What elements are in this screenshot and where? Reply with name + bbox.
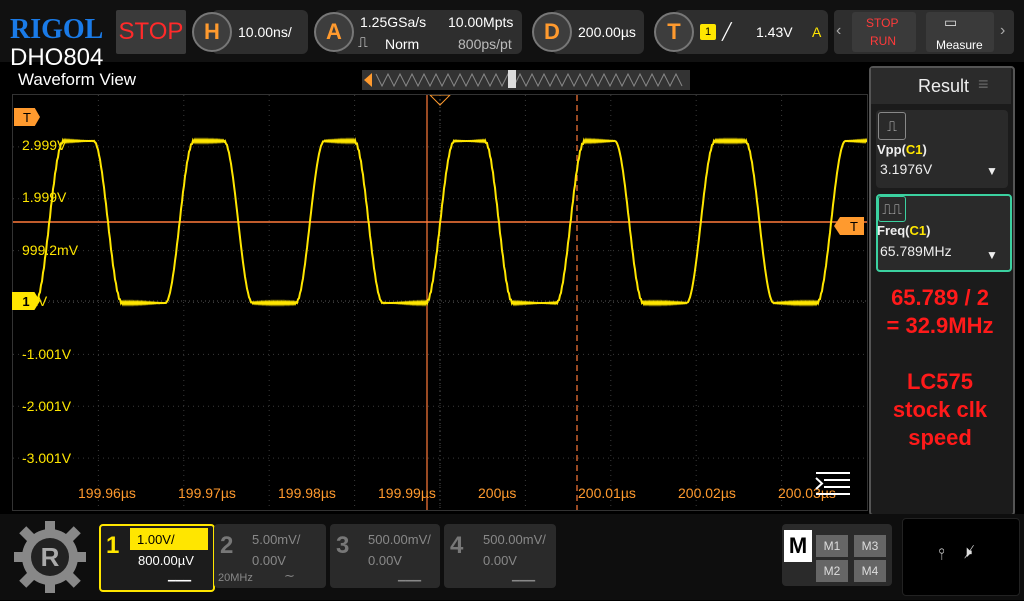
annotation-clock: LC575 stock clk speed	[892, 369, 988, 450]
freq-value: 65.789MHz	[880, 243, 952, 259]
channel-2-number: 2	[220, 532, 234, 559]
menu-icon[interactable]	[814, 470, 852, 498]
channel-1-number: 1	[106, 532, 120, 559]
freq-dropdown-icon[interactable]: ▼	[986, 248, 998, 262]
trigger-level-marker[interactable]: T	[834, 217, 864, 235]
run-label: RUN	[870, 34, 896, 48]
x-axis-label: 199.99µs	[378, 485, 436, 501]
result-menu-icon[interactable]: ≡	[978, 74, 989, 95]
channel-2-scale: 5.00mV/	[252, 532, 301, 547]
waveform-grid[interactable]	[12, 94, 868, 511]
horizontal-scale: 10.00ns/	[238, 24, 292, 40]
model-label: DHO804	[10, 44, 104, 71]
trigger-channel-badge: 1	[700, 24, 716, 40]
vpp-dropdown-icon[interactable]: ▼	[986, 164, 998, 178]
channel-4-number: 4	[450, 532, 464, 559]
channel-3-offset: 0.00V	[368, 553, 402, 568]
svg-text:R: R	[41, 542, 60, 572]
y-axis-label: -3.001V	[22, 450, 72, 466]
channel-3-coupling-icon: ▁▁▁	[398, 571, 422, 582]
y-axis-label: 1.999V	[22, 189, 67, 205]
trigger-level: 1.43V	[756, 24, 793, 40]
chevron-left-icon[interactable]: ‹	[836, 22, 841, 40]
math-label: M	[784, 530, 812, 562]
acquire-depth: 10.00Mpts	[448, 14, 514, 30]
x-axis-label: 200.02µs	[678, 485, 736, 501]
y-axis-label: 2.999V	[22, 137, 67, 153]
waveform-title: Waveform View	[18, 70, 137, 89]
chevron-right-icon[interactable]: ›	[1000, 22, 1005, 40]
delay-icon[interactable]: D	[532, 12, 572, 52]
channel-2-offset: 0.00V	[252, 553, 286, 568]
system-tray	[902, 518, 1020, 596]
trigger-mode: A	[812, 24, 822, 40]
channel-4-scale: 500.00mV/	[483, 532, 546, 547]
acquire-mode: Norm	[385, 36, 420, 52]
math-m1-button[interactable]: M1	[816, 535, 848, 557]
measure-label: Measure	[936, 38, 983, 52]
pulse-icon: ⎍	[358, 34, 368, 50]
trigger-position-marker[interactable]: T	[14, 108, 40, 126]
y-axis-label: -2.001V	[22, 398, 72, 414]
channel-1-offset: 800.00µV	[138, 553, 194, 568]
channel-4-offset: 0.00V	[483, 553, 517, 568]
channel-1-coupling-icon: ▁▁▁	[168, 571, 192, 582]
math-m4-button[interactable]: M4	[854, 560, 886, 582]
x-axis-label: 200.01µs	[578, 485, 636, 501]
vpp-icon: ⎍	[878, 112, 906, 140]
acquire-pts: 800ps/pt	[458, 36, 512, 52]
vpp-value: 3.1976V	[880, 161, 933, 177]
trigger-pill[interactable]	[674, 10, 828, 54]
horizontal-icon[interactable]: H	[192, 12, 232, 52]
channel-2-ac-icon: ∼	[284, 568, 295, 583]
brand-logo: RIGOL	[10, 14, 104, 45]
speaker-mute-icon[interactable]: 🕨̸	[962, 544, 972, 562]
channel-3-scale: 500.00mV/	[368, 532, 431, 547]
ruler-icon: ▭	[944, 14, 958, 30]
waveform-navigator[interactable]	[362, 70, 690, 90]
acquire-icon[interactable]: A	[314, 12, 354, 52]
run-state-button[interactable]: STOP	[116, 10, 186, 54]
freq-icon: ⎍⎍	[878, 196, 906, 222]
y-axis-label: 999.2mV	[22, 242, 79, 258]
math-m2-button[interactable]: M2	[816, 560, 848, 582]
channel-1-scale: 1.00V/	[137, 532, 175, 547]
x-axis-label: 200µs	[478, 485, 517, 501]
y-axis-label: -1.001V	[22, 346, 72, 362]
annotation-division: 65.789 / 2 = 32.9MHz	[886, 285, 994, 338]
x-axis-label: 199.97µs	[178, 485, 236, 501]
x-axis-label: 199.98µs	[278, 485, 336, 501]
usb-icon: ⫯	[938, 546, 945, 563]
acquire-rate: 1.25GSa/s	[360, 14, 427, 30]
channel-4-coupling-icon: ▁▁▁	[512, 571, 536, 582]
freq-label: Freq(C1)	[877, 223, 931, 238]
math-m3-button[interactable]: M3	[854, 535, 886, 557]
result-title: Result	[918, 76, 970, 96]
ch1-offset-marker[interactable]: 1	[12, 292, 40, 310]
channel-3-number: 3	[336, 532, 350, 559]
vpp-label: Vpp(C1)	[877, 142, 927, 157]
trigger-icon[interactable]: T	[654, 12, 694, 52]
rigol-gear-logo[interactable]: R	[10, 518, 90, 596]
x-axis-label: 199.96µs	[78, 485, 136, 501]
stop-label: STOP	[866, 16, 899, 30]
channel-2-bandwidth: 20MHz	[218, 572, 253, 584]
delay-value: 200.00µs	[578, 24, 636, 40]
rising-edge-icon: ╱	[722, 24, 732, 41]
